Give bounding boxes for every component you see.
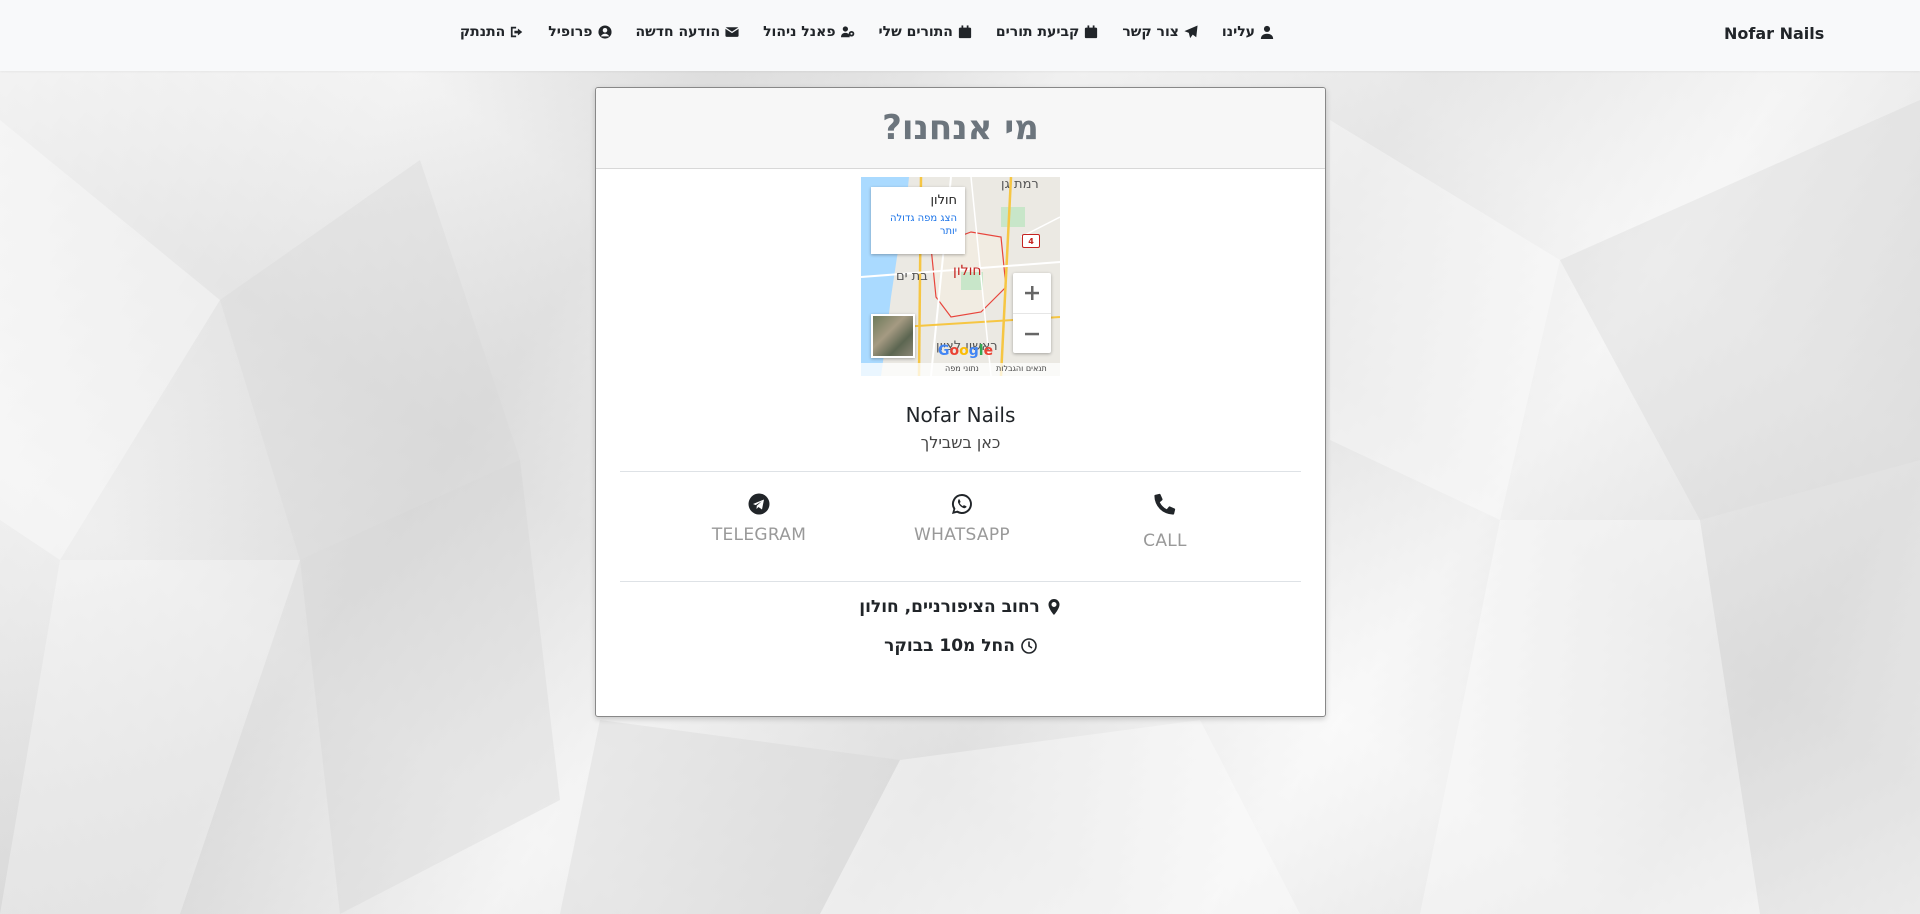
telegram-button[interactable]: TELEGRAM xyxy=(689,493,829,545)
page-title: מי אנחנו? xyxy=(882,108,1039,148)
larger-map-link[interactable]: הצג מפה גדולה יותר xyxy=(879,212,957,238)
map-place-name: חולון xyxy=(930,193,957,208)
embedded-map[interactable]: רמת גן בת ים ראשון לציון חולון 4 חולון ה… xyxy=(861,177,1060,376)
nav-item-label: צור קשר xyxy=(1122,24,1179,40)
nav-item-book-appointment[interactable]: קביעת תורים xyxy=(996,24,1098,40)
nav-item-about[interactable]: עלינו xyxy=(1222,24,1274,40)
tagline: כאן בשבילך xyxy=(920,433,1001,452)
map-data-link[interactable]: נתוני מפה xyxy=(945,364,979,373)
divider xyxy=(620,471,1301,472)
nav-item-contact[interactable]: צור קשר xyxy=(1122,24,1198,40)
card-header: מי אנחנו? xyxy=(596,88,1325,169)
nav-item-label: קביעת תורים xyxy=(995,24,1080,40)
contact-label: WHATSAPP xyxy=(914,525,1010,545)
map-info-popup: חולון הצג מפה גדולה יותר xyxy=(871,187,965,254)
map-city-label: חולון xyxy=(953,263,982,279)
clock-icon xyxy=(1021,638,1037,654)
phone-icon xyxy=(1154,493,1176,515)
whatsapp-icon xyxy=(952,494,972,514)
google-logo: Google xyxy=(938,343,994,359)
telegram-icon xyxy=(748,493,770,515)
nav-item-admin-panel[interactable]: פאנל ניהול xyxy=(763,24,854,40)
envelope-icon xyxy=(725,27,739,37)
zoom-controls xyxy=(1013,273,1051,353)
map-marker-icon xyxy=(1048,599,1060,615)
users-cog-icon xyxy=(840,26,854,38)
highway-badge: 4 xyxy=(1022,234,1040,248)
call-button[interactable]: CALL xyxy=(1095,493,1235,551)
sign-out-icon xyxy=(511,26,523,38)
map-label-ramat-gan: רמת גן xyxy=(1001,177,1039,192)
contact-label: TELEGRAM xyxy=(711,525,807,545)
nav-item-logout[interactable]: התנתק xyxy=(460,24,524,40)
hours-text: החל מ10 בבוקר xyxy=(884,636,1015,656)
nav-item-profile[interactable]: פרופיל xyxy=(548,24,612,40)
calendar-icon xyxy=(1085,25,1098,39)
nav-links: עלינו צור קשר קביעת תורים התורים שלי פאנ… xyxy=(460,24,1274,40)
nav-item-new-message[interactable]: הודעה חדשה xyxy=(636,24,740,40)
nav-item-my-appointments[interactable]: התורים שלי xyxy=(879,24,972,40)
navbar: עלינו צור קשר קביעת תורים התורים שלי פאנ… xyxy=(0,0,1920,71)
business-name: Nofar Nails xyxy=(905,403,1016,427)
whatsapp-button[interactable]: WHATSAPP xyxy=(892,493,1032,545)
navbar-brand[interactable]: Nofar Nails xyxy=(1724,24,1824,43)
satellite-toggle[interactable] xyxy=(871,314,915,358)
nav-item-label: הודעה חדשה xyxy=(635,24,721,40)
map-label-bat-yam: בת ים xyxy=(896,269,928,284)
zoom-out-button[interactable] xyxy=(1013,314,1051,354)
nav-item-label: התנתק xyxy=(459,24,506,40)
nav-item-label: פרופיל xyxy=(548,24,593,40)
hours-line: החל מ10 בבוקר xyxy=(596,636,1325,656)
nav-item-label: פאנל ניהול xyxy=(763,24,836,40)
calendar-icon xyxy=(958,25,972,39)
map-terms-link[interactable]: תנאים והגבלות xyxy=(996,364,1047,373)
user-circle-icon xyxy=(597,25,612,39)
plus-icon xyxy=(1025,286,1039,300)
address-line: רחוב הציפורניים, חולון xyxy=(596,597,1325,617)
paper-plane-icon xyxy=(1184,25,1198,39)
zoom-in-button[interactable] xyxy=(1013,273,1051,314)
minus-icon xyxy=(1025,332,1039,336)
nav-item-label: התורים שלי xyxy=(878,24,953,40)
divider xyxy=(620,581,1301,582)
user-icon xyxy=(1260,25,1274,39)
about-card: מי אנחנו? רמת גן בת ים ראשון לציון חולון… xyxy=(595,87,1326,717)
contact-label: CALL xyxy=(1143,531,1187,551)
nav-item-label: עלינו xyxy=(1221,24,1255,40)
address-text: רחוב הציפורניים, חולון xyxy=(859,597,1040,617)
